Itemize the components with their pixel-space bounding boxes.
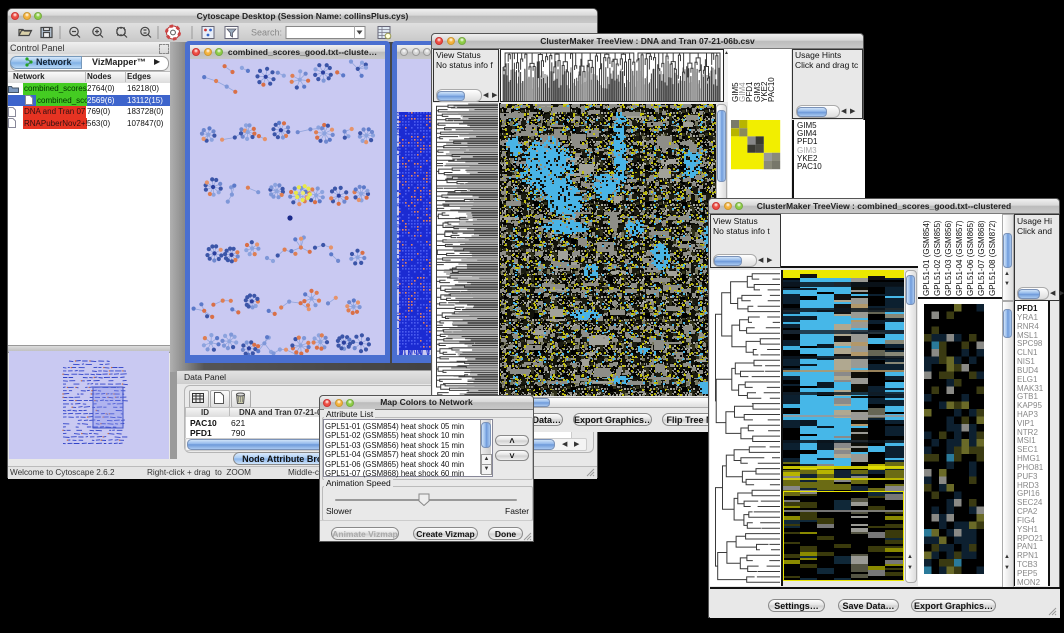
svg-text:Search:: Search:: [251, 28, 282, 38]
